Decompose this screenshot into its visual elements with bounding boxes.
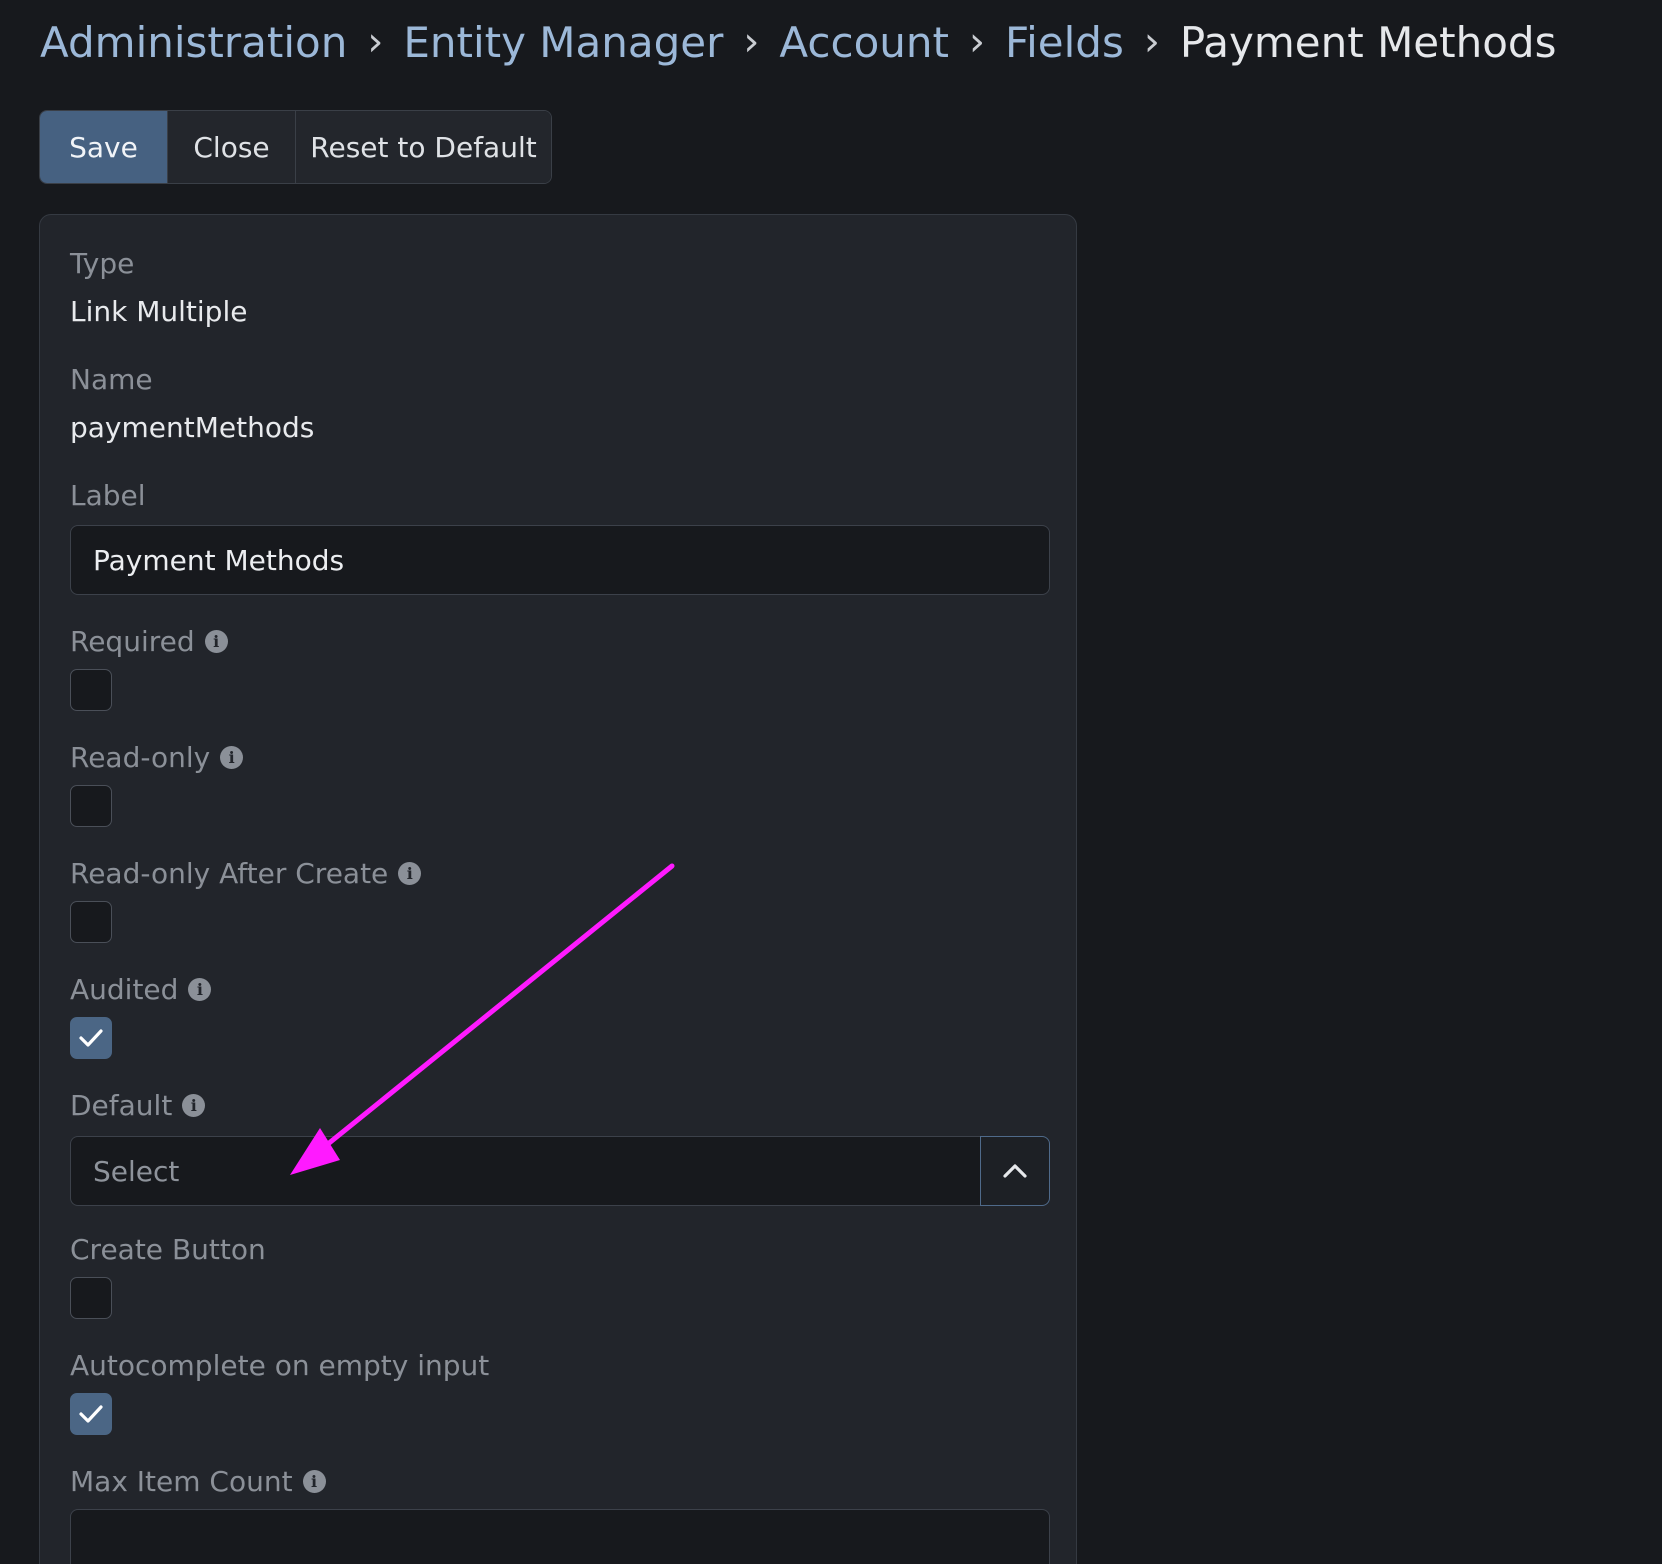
read-only-label: Read-only i (70, 741, 244, 774)
save-button[interactable]: Save (40, 111, 168, 183)
read-only-after-create-label: Read-only After Create i (70, 857, 422, 890)
audited-checkbox[interactable] (70, 1017, 112, 1059)
check-icon (79, 1029, 103, 1047)
breadcrumb-entity-manager[interactable]: Entity Manager (403, 18, 723, 67)
read-only-after-create-label-text: Read-only After Create (70, 857, 389, 890)
audited-label: Audited i (70, 973, 212, 1006)
max-item-count-label: Max Item Count i (70, 1465, 326, 1498)
page-title: Payment Methods (1179, 17, 1557, 67)
field-settings-panel: Type Link Multiple Name paymentMethods L… (39, 214, 1077, 1564)
info-icon[interactable]: i (220, 746, 244, 769)
default-select-input[interactable]: Select (70, 1136, 980, 1206)
create-button-checkbox[interactable] (70, 1277, 112, 1319)
autocomplete-checkbox[interactable] (70, 1393, 112, 1435)
close-button[interactable]: Close (168, 111, 296, 183)
default-label: Default i (70, 1089, 206, 1122)
info-icon[interactable]: i (204, 630, 228, 653)
breadcrumb-administration[interactable]: Administration (40, 18, 347, 67)
label-label-text: Label (70, 479, 146, 512)
label-label: Label (70, 479, 146, 512)
breadcrumb-account[interactable]: Account (779, 18, 949, 67)
breadcrumb-separator: › (1143, 19, 1160, 65)
audited-label-text: Audited (70, 973, 179, 1006)
check-icon (79, 1405, 103, 1423)
type-value: Link Multiple (70, 295, 248, 328)
info-icon[interactable]: i (302, 1470, 326, 1493)
toolbar: Save Close Reset to Default (39, 110, 552, 184)
required-label-text: Required (70, 625, 195, 658)
default-select-toggle-button[interactable] (980, 1136, 1050, 1206)
name-label: Name (70, 363, 153, 396)
required-label: Required i (70, 625, 228, 658)
label-input[interactable]: Payment Methods (70, 525, 1050, 595)
breadcrumb-fields[interactable]: Fields (1005, 18, 1124, 67)
default-select-placeholder: Select (93, 1154, 180, 1188)
required-checkbox[interactable] (70, 669, 112, 711)
name-value: paymentMethods (70, 411, 315, 444)
breadcrumb-separator: › (743, 19, 760, 65)
read-only-label-text: Read-only (70, 741, 211, 774)
breadcrumb: Administration › Entity Manager › Accoun… (40, 10, 1556, 74)
info-icon[interactable]: i (398, 862, 422, 885)
type-label: Type (70, 247, 134, 280)
autocomplete-label-text: Autocomplete on empty input (70, 1349, 490, 1382)
name-label-text: Name (70, 363, 153, 396)
chevron-up-icon (1003, 1164, 1027, 1178)
breadcrumb-separator: › (969, 19, 986, 65)
info-icon[interactable]: i (182, 1094, 206, 1117)
autocomplete-label: Autocomplete on empty input (70, 1349, 489, 1382)
label-input-value: Payment Methods (93, 543, 345, 577)
read-only-after-create-checkbox[interactable] (70, 901, 112, 943)
max-item-count-input[interactable] (70, 1509, 1050, 1564)
page: Administration › Entity Manager › Accoun… (0, 0, 1662, 1564)
type-label-text: Type (70, 247, 135, 280)
default-label-text: Default (70, 1089, 173, 1122)
max-item-count-label-text: Max Item Count (70, 1465, 293, 1498)
read-only-checkbox[interactable] (70, 785, 112, 827)
create-button-label-text: Create Button (70, 1233, 266, 1266)
default-select: Select (70, 1136, 1050, 1206)
info-icon[interactable]: i (188, 978, 212, 1001)
reset-to-default-button[interactable]: Reset to Default (296, 111, 551, 183)
create-button-label: Create Button (70, 1233, 266, 1266)
breadcrumb-separator: › (367, 19, 384, 65)
